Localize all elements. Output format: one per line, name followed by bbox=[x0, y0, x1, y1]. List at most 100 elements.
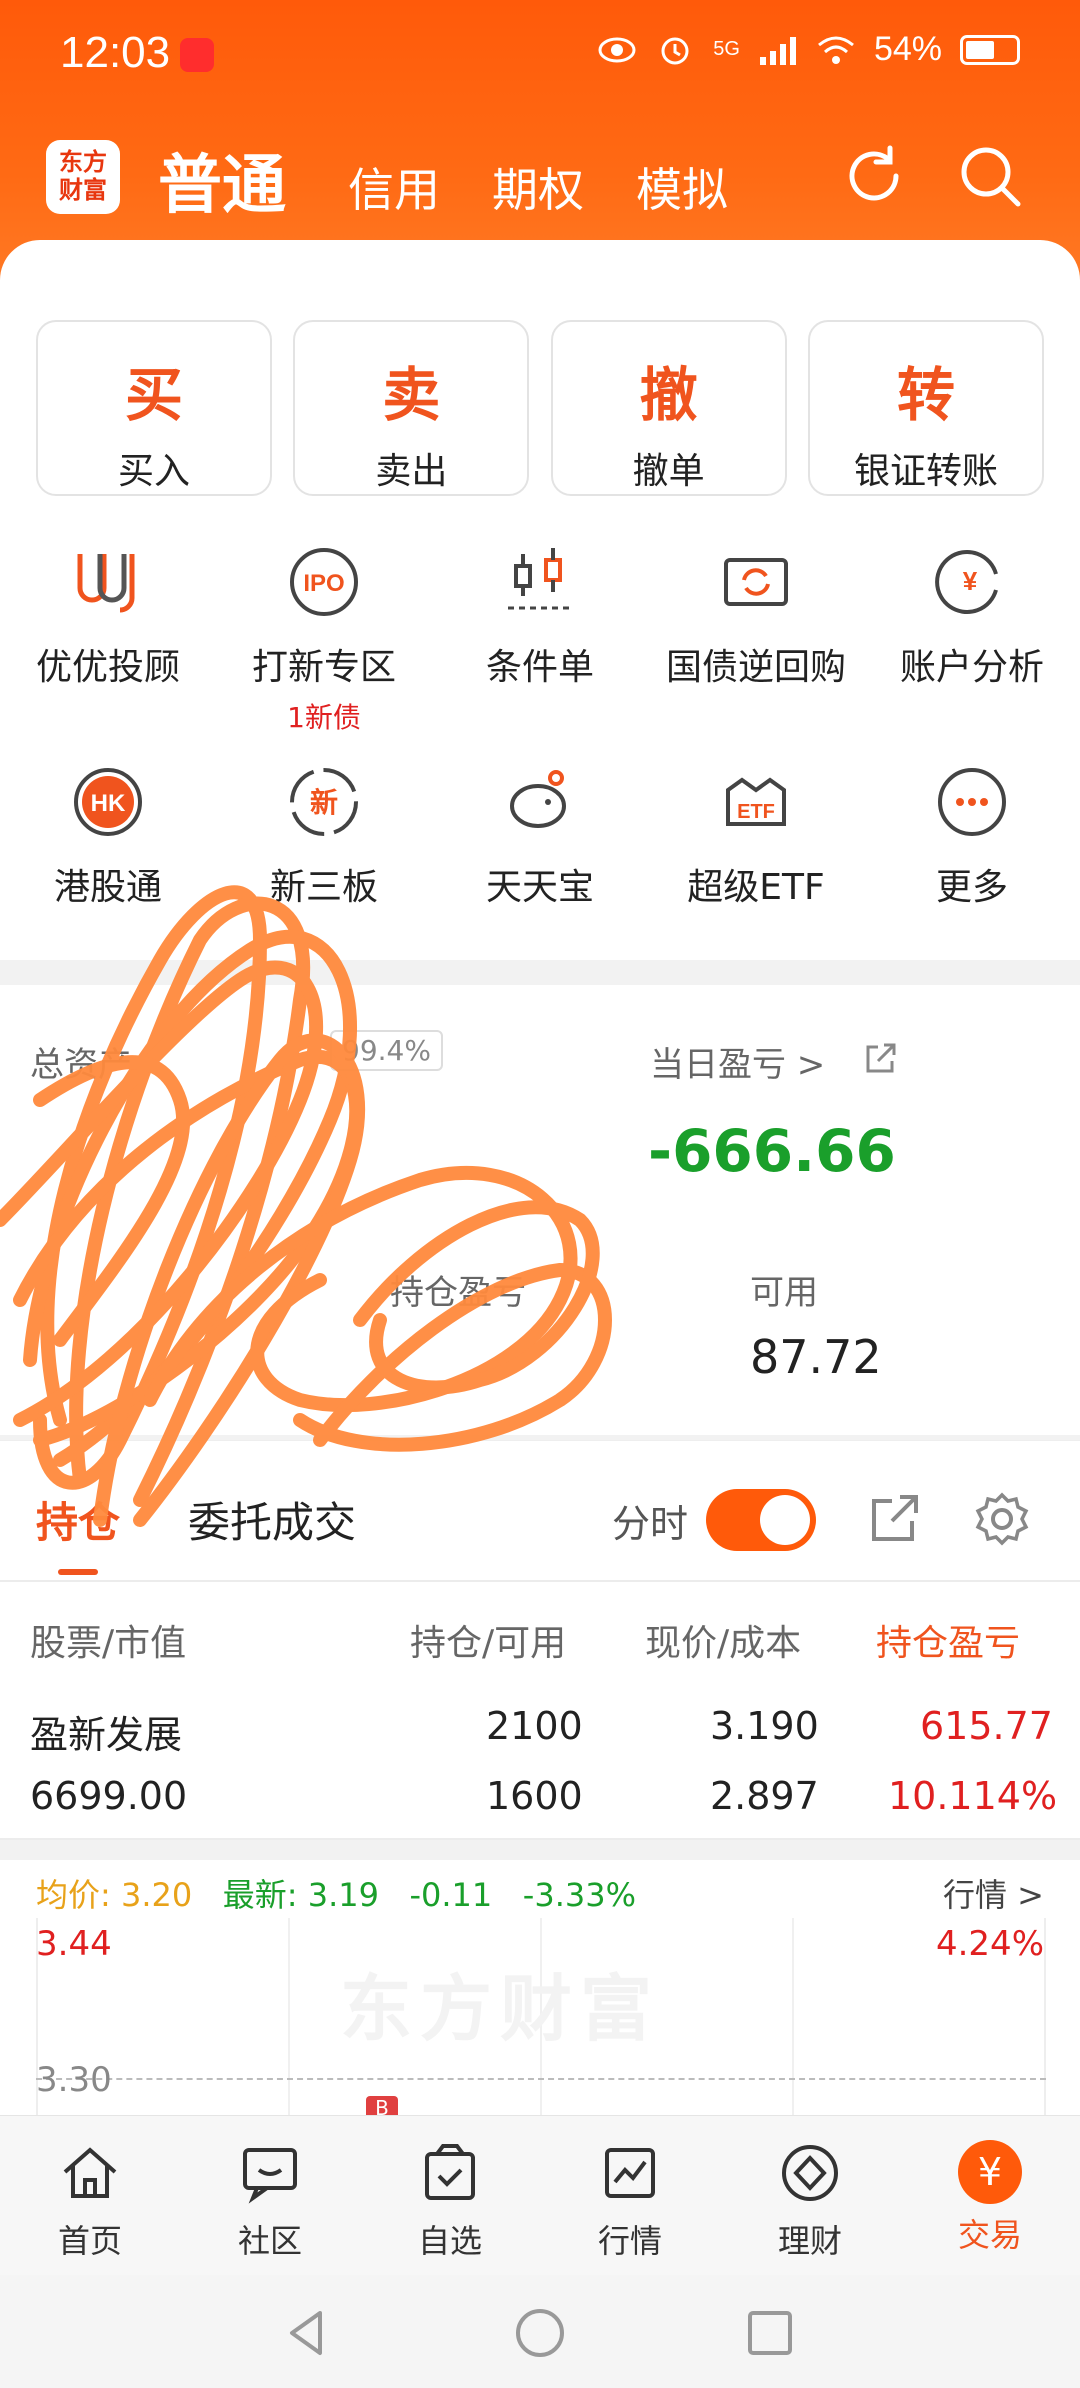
chart-gridline bbox=[288, 1918, 290, 2118]
func-reverse-repo[interactable]: 国债逆回购 bbox=[648, 530, 864, 750]
latest-value: 3.19 bbox=[307, 1876, 379, 1914]
sell-label: 卖出 bbox=[375, 451, 448, 492]
nav-label: 首页 bbox=[57, 2222, 122, 2260]
buy-button[interactable]: 买 买入 bbox=[36, 320, 272, 496]
yuan-icon-text: ¥ bbox=[963, 566, 978, 596]
holding-pnl-label: 持仓盈亏 bbox=[390, 1273, 526, 1313]
holding-pnl: 615.77 bbox=[920, 1704, 1053, 1748]
intraday-toggle[interactable] bbox=[706, 1489, 816, 1551]
etf-icon: ETF bbox=[726, 777, 786, 826]
tab-credit[interactable]: 信用 bbox=[348, 154, 440, 220]
nav-home[interactable]: 首页 bbox=[0, 2116, 180, 2275]
wifi-icon bbox=[817, 36, 854, 64]
total-asset-label: 总资产 bbox=[30, 1045, 132, 1085]
func-condition-order[interactable]: 条件单 bbox=[432, 530, 648, 750]
nav-market[interactable]: 行情 bbox=[540, 2116, 720, 2275]
high-price: 3.44 bbox=[36, 1924, 112, 1964]
xin-icon-text: 新 bbox=[310, 786, 338, 819]
search-icon[interactable] bbox=[954, 140, 1026, 212]
table-header: 股票/市值 持仓/可用 现价/成本 持仓盈亏 bbox=[0, 1580, 1080, 1680]
col-holding-pnl-sort[interactable]: 持仓盈亏 bbox=[876, 1614, 1020, 1666]
quick-actions: 买 买入 卖 卖出 撤 撤单 转 银证转账 bbox=[36, 320, 1044, 496]
func-label: 超级ETF bbox=[687, 867, 825, 908]
account-analysis-icon: ¥ bbox=[935, 550, 998, 614]
daily-pnl-value: -666.66 bbox=[648, 1117, 896, 1185]
func-account-analysis[interactable]: ¥ 账户分析 bbox=[864, 530, 1080, 750]
status-icons: 5G 54% bbox=[597, 30, 1020, 69]
nav-label: 自选 bbox=[417, 2222, 482, 2260]
refresh-icon[interactable] bbox=[838, 140, 910, 212]
ipo-icon: IPO bbox=[290, 548, 358, 616]
latest-label: 最新: bbox=[222, 1876, 298, 1914]
tab-normal[interactable]: 普通 bbox=[158, 134, 286, 226]
active-tab-indicator bbox=[58, 1569, 98, 1575]
market-link[interactable]: 行情 > bbox=[943, 1870, 1044, 1916]
alarm-icon bbox=[661, 37, 689, 64]
new-bond-badge: 1新债 bbox=[287, 701, 361, 734]
home-circle-icon[interactable] bbox=[512, 2305, 568, 2361]
new-third-board-icon: 新 bbox=[290, 768, 358, 836]
avg-value: 3.20 bbox=[120, 1876, 193, 1914]
function-grid: 优优投顾 IPO 打新专区 1新债 条件单 国债逆回购 ¥ 账户分析 HK 港股… bbox=[0, 530, 1080, 970]
uu-advisor-icon bbox=[77, 554, 135, 613]
func-uu-advisor[interactable]: 优优投顾 bbox=[0, 530, 216, 750]
tab-options[interactable]: 期权 bbox=[492, 154, 584, 220]
app-logo: 东方 财富 bbox=[46, 140, 120, 214]
bank-transfer-button[interactable]: 转 银证转账 bbox=[807, 320, 1044, 496]
nav-trade[interactable]: ¥ 交易 bbox=[900, 2116, 1080, 2275]
external-link-icon[interactable] bbox=[862, 1041, 898, 1077]
battery-icon bbox=[960, 34, 1020, 65]
table-row[interactable]: 盈新发展 6699.00 2100 1600 3.190 2.897 615.7… bbox=[0, 1680, 1080, 1840]
func-ipo-zone[interactable]: IPO 打新专区 1新债 bbox=[216, 530, 432, 750]
sell-button[interactable]: 卖 卖出 bbox=[293, 320, 530, 496]
avg-label: 均价: bbox=[36, 1876, 111, 1914]
stock-name: 盈新发展 bbox=[30, 1713, 183, 1757]
func-hk-connect[interactable]: HK 港股通 bbox=[0, 750, 216, 970]
buy-label: 买入 bbox=[117, 451, 190, 492]
signal-label: 5G bbox=[713, 38, 740, 60]
nav-wealth[interactable]: 理财 bbox=[720, 2116, 900, 2275]
hk-icon-text: HK bbox=[91, 790, 126, 817]
bottom-nav: 首页 社区 自选 行情 理财 ¥ 交易 bbox=[0, 2115, 1080, 2275]
tab-positions[interactable]: 持仓 bbox=[36, 1489, 120, 1550]
system-nav-bar bbox=[0, 2275, 1080, 2388]
gear-icon[interactable] bbox=[972, 1489, 1032, 1549]
piggy-bank-icon bbox=[510, 770, 566, 828]
func-super-etf[interactable]: ETF 超级ETF bbox=[648, 750, 864, 970]
func-label: 天天宝 bbox=[485, 867, 594, 908]
logo-text-2: 财富 bbox=[59, 176, 107, 204]
signal-icon bbox=[759, 36, 796, 65]
func-label: 优优投顾 bbox=[35, 647, 180, 688]
cancel-order-button[interactable]: 撤 撤单 bbox=[550, 320, 787, 496]
tab-orders[interactable]: 委托成交 bbox=[188, 1489, 356, 1550]
func-tiantianbao[interactable]: 天天宝 bbox=[432, 750, 648, 970]
func-label: 条件单 bbox=[485, 647, 594, 688]
holdings-tabbar: 持仓 委托成交 分时 bbox=[0, 1440, 1080, 1580]
change-value: -0.11 bbox=[409, 1876, 493, 1914]
etf-icon-text: ETF bbox=[737, 801, 775, 823]
status-time: 12:03 bbox=[60, 28, 171, 77]
intraday-chart: 东方财富 均价: 3.20 最新: 3.19 -0.11 -3.33% 行情 >… bbox=[0, 1860, 1080, 2120]
cancel-label: 撤单 bbox=[632, 451, 705, 492]
daily-pnl-link[interactable]: 当日盈亏 > bbox=[650, 1037, 825, 1086]
chart-gridline bbox=[792, 1918, 794, 2118]
community-icon bbox=[243, 2148, 297, 2204]
holdings-table: 股票/市值 持仓/可用 现价/成本 持仓盈亏 盈新发展 6699.00 2100… bbox=[0, 1580, 1080, 1840]
watermark: 东方财富 bbox=[340, 1967, 661, 2051]
func-new-third-board[interactable]: 新 新三板 bbox=[216, 750, 432, 970]
buy-char: 买 bbox=[124, 361, 183, 429]
func-more[interactable]: 更多 bbox=[864, 750, 1080, 970]
share-icon[interactable] bbox=[866, 1491, 922, 1547]
tab-simulation[interactable]: 模拟 bbox=[636, 154, 728, 220]
nav-community[interactable]: 社区 bbox=[180, 2116, 360, 2275]
back-icon[interactable] bbox=[280, 2305, 336, 2361]
market-icon bbox=[605, 2148, 655, 2198]
battery-percent: 54% bbox=[873, 30, 942, 68]
sell-char: 卖 bbox=[382, 361, 441, 429]
recents-icon[interactable] bbox=[742, 2305, 798, 2361]
nav-watchlist[interactable]: 自选 bbox=[360, 2116, 540, 2275]
hk-connect-icon: HK bbox=[74, 768, 142, 836]
col-position-available: 持仓/可用 bbox=[410, 1623, 567, 1664]
func-label: 港股通 bbox=[53, 867, 162, 908]
position-ratio: 99.4% bbox=[330, 1030, 443, 1071]
